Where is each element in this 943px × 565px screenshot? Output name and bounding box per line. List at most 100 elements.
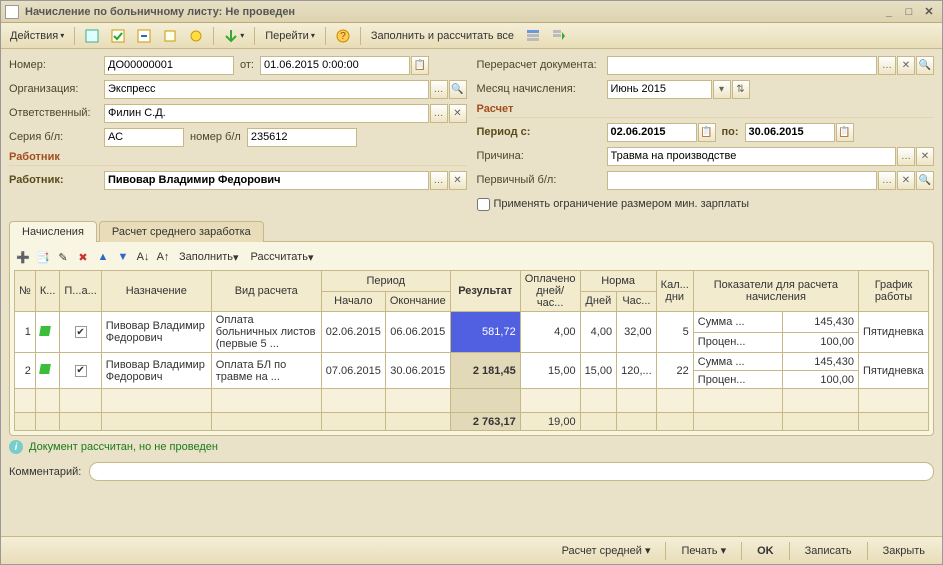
tb-icon-5[interactable]	[184, 26, 208, 46]
edit-row-icon[interactable]: ✎	[54, 248, 72, 266]
add-copy-icon[interactable]: 📑	[34, 248, 52, 266]
calendar-icon[interactable]: 📋	[411, 56, 429, 75]
reason-select-button[interactable]: …	[897, 147, 915, 166]
sort-desc-icon[interactable]: A↑	[154, 248, 172, 266]
comment-field[interactable]	[89, 462, 934, 481]
move-down-icon[interactable]: ▼	[114, 248, 132, 266]
tb-icon-1[interactable]	[80, 26, 104, 46]
print-menu[interactable]: Печать ▾	[672, 540, 735, 561]
tb-icon-4[interactable]	[158, 26, 182, 46]
list-select-icon[interactable]	[521, 26, 545, 46]
grid-toolbar: ➕ 📑 ✎ ✖ ▲ ▼ A↓ A↑ Заполнить▾ Рассчитать▾	[14, 246, 929, 270]
org-open-button[interactable]: 🔍	[449, 80, 467, 99]
sort-asc-icon[interactable]: A↓	[134, 248, 152, 266]
series-field[interactable]	[104, 128, 184, 147]
responsible-select-button[interactable]: …	[430, 104, 448, 123]
responsible-field[interactable]	[104, 104, 429, 123]
month-dropdown-button[interactable]: ▾	[713, 80, 731, 99]
close-button[interactable]: ✕	[920, 4, 938, 20]
list-arrow-icon[interactable]	[547, 26, 571, 46]
delete-row-icon[interactable]: ✖	[74, 248, 92, 266]
recalc-field[interactable]	[607, 56, 878, 75]
th-name[interactable]: Назначение	[101, 271, 211, 312]
th-period[interactable]: Период	[321, 271, 450, 292]
org-field[interactable]	[104, 80, 429, 99]
period-from-field[interactable]	[607, 123, 697, 142]
table-row[interactable]: 2 ✔ Пивовар Владимир Федорович Оплата БЛ…	[15, 353, 929, 371]
recalc-open-button[interactable]: 🔍	[916, 56, 934, 75]
month-field[interactable]	[607, 80, 712, 99]
svg-text:?: ?	[340, 31, 346, 42]
th-k[interactable]: К...	[35, 271, 60, 312]
month-spin-button[interactable]: ⇅	[732, 80, 750, 99]
th-cal[interactable]: Кал... дни	[656, 271, 693, 312]
th-paid[interactable]: Оплачено дней/час...	[520, 271, 580, 312]
minimize-button[interactable]: _	[880, 4, 898, 20]
tab-accruals[interactable]: Начисления	[9, 221, 97, 242]
label-month: Месяц начисления:	[477, 83, 607, 95]
grid-calc-menu[interactable]: Рассчитать▾	[246, 248, 319, 266]
label-org: Организация:	[9, 83, 104, 95]
reason-field[interactable]	[607, 147, 897, 166]
date-field[interactable]	[260, 56, 410, 75]
primary-clear-button[interactable]: ✕	[897, 171, 915, 190]
main-toolbar: Действия▾ ▾ Перейти▾ ? Заполнить и рассч…	[1, 23, 942, 49]
move-up-icon[interactable]: ▲	[94, 248, 112, 266]
th-inds[interactable]: Показатели для расчета начисления	[693, 271, 858, 312]
th-norm[interactable]: Норма	[580, 271, 656, 292]
worker-select-button[interactable]: …	[430, 171, 448, 190]
worker-field[interactable]	[104, 171, 429, 190]
info-icon: i	[9, 440, 23, 454]
org-select-button[interactable]: …	[430, 80, 448, 99]
close-button-footer[interactable]: Закрыть	[874, 541, 934, 561]
fill-all-button[interactable]: Заполнить и рассчитать все	[366, 26, 519, 46]
label-period-from: Период с:	[477, 126, 607, 138]
accruals-table[interactable]: № К... П...а... Назначение Вид расчета П…	[14, 270, 929, 431]
help-icon[interactable]: ?	[331, 26, 355, 46]
period-to-field[interactable]	[745, 123, 835, 142]
check-icon: ✔	[75, 326, 87, 338]
responsible-clear-button[interactable]: ✕	[449, 104, 467, 123]
apply-limit-checkbox[interactable]	[477, 198, 490, 211]
th-days[interactable]: Дней	[580, 291, 617, 312]
th-hours[interactable]: Час...	[617, 291, 657, 312]
th-schedule[interactable]: График работы	[859, 271, 929, 312]
period-from-cal-icon[interactable]: 📋	[698, 123, 716, 142]
th-end[interactable]: Окончание	[385, 291, 450, 312]
app-icon	[5, 5, 19, 19]
tb-icon-6[interactable]: ▾	[219, 26, 249, 46]
recalc-select-button[interactable]: …	[878, 56, 896, 75]
table-row[interactable]: 1 ✔ Пивовар Владимир Федорович Оплата бо…	[15, 312, 929, 333]
reason-clear-button[interactable]: ✕	[916, 147, 934, 166]
worker-clear-button[interactable]: ✕	[449, 171, 467, 190]
empty-row	[15, 389, 929, 413]
th-p[interactable]: П...а...	[60, 271, 101, 312]
save-button[interactable]: Записать	[796, 541, 861, 561]
check-icon: ✔	[75, 365, 87, 377]
th-start[interactable]: Начало	[321, 291, 385, 312]
footer: Расчет средней ▾ Печать ▾ OK Записать За…	[1, 536, 942, 564]
tb-icon-3[interactable]	[132, 26, 156, 46]
ok-button[interactable]: OK	[748, 541, 783, 561]
primary-select-button[interactable]: …	[878, 171, 896, 190]
actions-menu[interactable]: Действия▾	[5, 26, 69, 46]
tab-avg-calc[interactable]: Расчет среднего заработка	[99, 221, 264, 242]
titlebar: Начисление по больничному листу: Не пров…	[1, 1, 942, 23]
th-calctype[interactable]: Вид расчета	[211, 271, 321, 312]
maximize-button[interactable]: □	[900, 4, 918, 20]
grid-fill-menu[interactable]: Заполнить▾	[174, 248, 244, 266]
add-row-icon[interactable]: ➕	[14, 248, 32, 266]
calc-avg-menu[interactable]: Расчет средней ▾	[553, 540, 660, 561]
th-no[interactable]: №	[15, 271, 36, 312]
recalc-clear-button[interactable]: ✕	[897, 56, 915, 75]
label-series: Серия б/л:	[9, 131, 104, 143]
th-result[interactable]: Результат	[450, 271, 520, 312]
tb-icon-2[interactable]	[106, 26, 130, 46]
flag-icon	[39, 326, 51, 336]
number-field[interactable]	[104, 56, 234, 75]
primary-open-button[interactable]: 🔍	[916, 171, 934, 190]
primary-field[interactable]	[607, 171, 878, 190]
series-no-field[interactable]	[247, 128, 357, 147]
goto-menu[interactable]: Перейти▾	[260, 26, 320, 46]
period-to-cal-icon[interactable]: 📋	[836, 123, 854, 142]
